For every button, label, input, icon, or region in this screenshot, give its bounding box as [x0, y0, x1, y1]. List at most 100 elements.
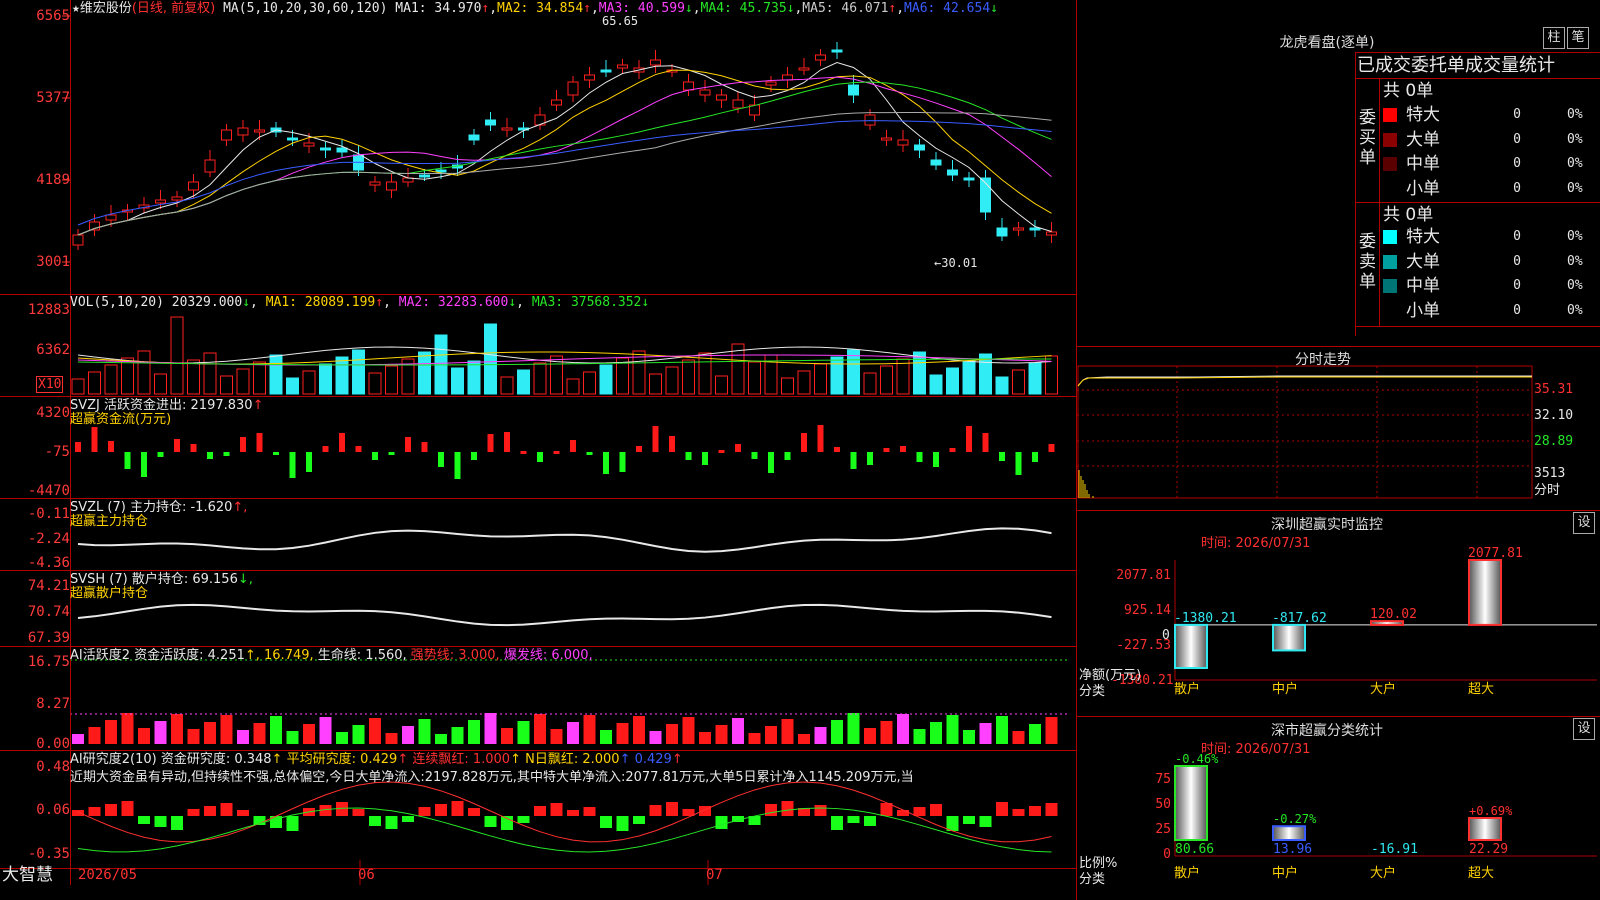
- candle-body: [287, 137, 298, 141]
- svzj-bar: [735, 444, 741, 452]
- candle-body: [171, 196, 183, 201]
- svsh-axis-label: 70.74: [27, 604, 70, 620]
- candle-body: [567, 81, 579, 96]
- fenshi-chart[interactable]: [1077, 346, 1600, 510]
- volume-bar: [385, 365, 398, 395]
- candle-body: [254, 129, 265, 133]
- svzj-bar: [207, 452, 213, 459]
- volume-bar: [352, 349, 365, 395]
- svzj-bar: [75, 442, 81, 452]
- svzj-bar: [768, 452, 774, 473]
- volume-bar: [863, 372, 877, 395]
- order-percent: 0%: [1567, 229, 1583, 244]
- volume-bar: [500, 376, 514, 395]
- ai2-bar: [369, 816, 381, 826]
- volume-bar: [187, 359, 200, 395]
- svzj-bar: [289, 452, 296, 478]
- volume-bar: [418, 351, 431, 395]
- price-axis-label: 5377: [36, 90, 70, 106]
- legend-swatch: [1383, 230, 1397, 244]
- pane-divider: [0, 498, 1076, 499]
- candle-body: [947, 169, 958, 176]
- tab-bar-chart[interactable]: 柱: [1543, 27, 1565, 49]
- ai1-axis-label: 8.27: [36, 696, 70, 712]
- monitor-ylabel: 净额(万元): [1079, 668, 1142, 683]
- tab-tick[interactable]: 笔: [1567, 27, 1589, 49]
- svzj-bar: [603, 452, 609, 474]
- ma-value-5: MA5: 46.071: [802, 1, 889, 16]
- volume-bar: [335, 356, 349, 395]
- volume-bar: [269, 354, 283, 395]
- classify-bar-value: 80.66: [1175, 842, 1214, 857]
- order-percent: 0%: [1567, 107, 1583, 122]
- ai2-bar: [616, 816, 629, 831]
- ai1-axis-label: 16.75: [27, 654, 70, 670]
- ai2-bar: [72, 810, 84, 816]
- ai1-bar: [979, 723, 992, 744]
- ai2-v5: ↑ 0.429: [619, 752, 672, 767]
- ai2-bar: [468, 808, 480, 816]
- svzj-sub: 超赢资金流(万元): [70, 412, 172, 427]
- volume-bar: [830, 356, 844, 395]
- candle-body: [683, 81, 694, 91]
- ma-value-6: MA6: 42.654: [904, 1, 991, 16]
- svzj-bar: [916, 452, 923, 462]
- ai1-bar: [814, 727, 827, 744]
- period-label[interactable]: (日线, 前复权): [132, 1, 215, 16]
- volume-bar: [451, 367, 464, 395]
- volume-bar: [137, 350, 151, 395]
- ai2-axis-label: 0.06: [36, 802, 70, 818]
- ai2-bar: [204, 806, 216, 816]
- candle-body: [930, 159, 942, 166]
- ai1-bar: [649, 731, 662, 744]
- ai2-bar: [979, 816, 992, 827]
- ai2-axis-label: 0.48: [36, 759, 70, 775]
- svzj-bar: [372, 452, 378, 460]
- svzj-bar: [1032, 452, 1038, 462]
- ai2-bar: [121, 801, 134, 816]
- star-icon[interactable]: ★: [72, 1, 80, 16]
- pane-divider: [0, 750, 1076, 751]
- fenshi-unit: 分时: [1534, 483, 1561, 498]
- ai2-bar: [583, 807, 596, 816]
- high-price-mark: 65.65: [602, 14, 638, 29]
- legend-swatch: [1383, 181, 1397, 196]
- candle-body: [1013, 227, 1024, 231]
- divider: [1355, 52, 1356, 336]
- ai1-header: AI活跃度2 资金活跃度: 4.251↑, 16.749, 生命线: 1.560…: [70, 648, 593, 663]
- svzj-bar: [124, 452, 131, 469]
- volume-bar: [319, 363, 332, 395]
- ai1-bar: [666, 724, 678, 744]
- classify-axis-label: 25: [1155, 822, 1171, 837]
- ai1-bar: [930, 722, 942, 744]
- svzj-bar: [141, 452, 147, 477]
- candlesticks: [72, 42, 1057, 250]
- svzj-bar: [157, 452, 164, 457]
- ai2-bar: [187, 809, 200, 816]
- ai1-bar: [682, 717, 695, 744]
- volume-bar: [203, 352, 217, 395]
- ai1-bar: [1029, 724, 1041, 744]
- buy-side-label: 委买单: [1359, 108, 1376, 168]
- candle-body: [386, 181, 397, 191]
- pane-divider: [0, 570, 1076, 571]
- fenshi-panel[interactable]: 分时走势 35.31 32.10 28.89 3513 分时: [1077, 346, 1600, 510]
- candle-body: [600, 69, 612, 73]
- fenshi-price: 32.10: [1534, 408, 1574, 423]
- main-chart-area[interactable]: ★维宏股份(日线, 前复权) MA(5,10,20,30,60,120) MA1…: [0, 0, 1076, 900]
- ai1-bar: [897, 714, 909, 744]
- ai1-bar: [468, 720, 480, 744]
- ai2-bar: [385, 816, 398, 829]
- ma-label: MA(5,10,20,30,60,120): [223, 1, 388, 16]
- candle-body: [419, 174, 430, 178]
- svzj-bar: [751, 452, 758, 459]
- classify-bar-value: 22.29: [1469, 842, 1508, 857]
- svzj-bar: [718, 450, 725, 453]
- svzj-bar: [570, 440, 576, 452]
- volume-bar: [946, 367, 959, 395]
- svzj-bar: [669, 436, 675, 452]
- ai2-bar: [600, 816, 612, 828]
- ai1-bar: [121, 713, 134, 744]
- svzj-bar: [652, 426, 659, 452]
- ai1-bar: [286, 731, 299, 744]
